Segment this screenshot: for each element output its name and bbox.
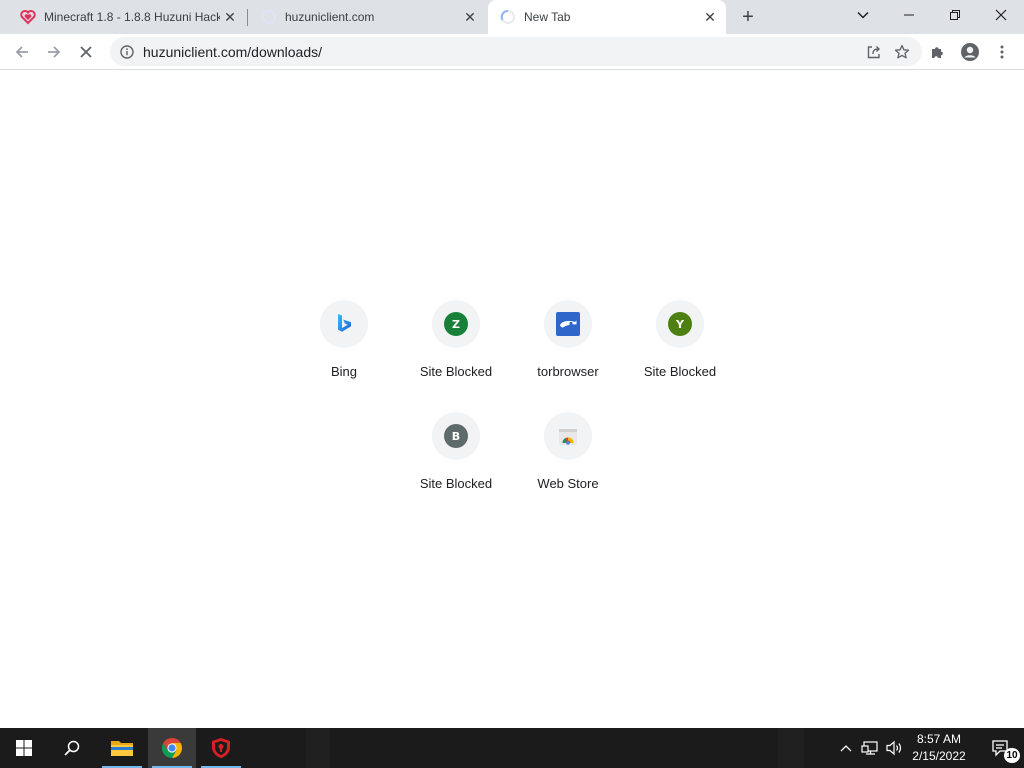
forward-button[interactable]: [40, 38, 68, 66]
new-tab-button[interactable]: +: [736, 5, 760, 29]
tab-new-tab[interactable]: New Tab ✕: [488, 0, 726, 34]
shield-icon: [212, 738, 230, 758]
share-icon: [867, 45, 880, 58]
tab-title: huzuniclient.com: [285, 10, 375, 24]
shortcut-label: Site Blocked: [643, 364, 717, 379]
shortcut-tile[interactable]: Z Site Blocked: [400, 284, 512, 396]
tab-minecraft[interactable]: Minecraft 1.8 - 1.8.8 Huzuni Hacked Clie…: [8, 0, 246, 34]
shortcut-label: Bing: [330, 364, 358, 379]
arrow-right-icon: [48, 46, 61, 58]
network-icon: [861, 741, 878, 755]
more-vertical-icon: [1000, 45, 1004, 59]
chrome-web-store-icon: [559, 429, 577, 445]
clock-time: 8:57 AM: [916, 732, 962, 746]
windows-taskbar: 8:57 AM 2/15/2022 10: [0, 728, 1024, 768]
bookmark-button[interactable]: [888, 38, 916, 66]
tab-separator: [247, 9, 248, 26]
url-text[interactable]: huzuniclient.com/downloads/: [143, 44, 860, 60]
shortcut-icon-container: Y: [656, 300, 704, 348]
close-window-button[interactable]: [978, 0, 1024, 30]
shortcut-tile[interactable]: Web Store: [512, 396, 624, 508]
shortcut-tile[interactable]: Y Site Blocked: [624, 284, 736, 396]
tab-huzuniclient[interactable]: huzuniclient.com ✕: [249, 0, 486, 34]
clock-date: 2/15/2022: [912, 749, 966, 763]
shortcut-label: Site Blocked: [419, 476, 493, 491]
puzzle-icon: [932, 47, 943, 58]
back-button[interactable]: [8, 38, 36, 66]
windows-logo-icon: [16, 740, 32, 756]
bing-icon: [338, 314, 351, 332]
volume-button[interactable]: [882, 728, 906, 768]
tab-title: Minecraft 1.8 - 1.8.8 Huzuni Hacked Clie…: [44, 10, 220, 24]
minimize-icon: [904, 14, 914, 16]
shortcut-tile[interactable]: torbrowser: [512, 284, 624, 396]
menu-button[interactable]: [988, 38, 1016, 66]
shortcut-icon-container: [544, 412, 592, 460]
tab-search-button[interactable]: [840, 0, 886, 30]
action-center-button[interactable]: 10: [978, 728, 1022, 768]
minimize-button[interactable]: [886, 0, 932, 30]
search-icon: [64, 740, 80, 756]
tab-strip: Minecraft 1.8 - 1.8.8 Huzuni Hacked Clie…: [0, 0, 1024, 34]
taskbar-spacer: [778, 728, 804, 768]
close-icon: [995, 9, 1007, 21]
heart-icon: [20, 9, 36, 25]
chrome-taskbar-button[interactable]: [148, 728, 196, 768]
close-tab-icon[interactable]: ✕: [220, 7, 240, 27]
network-button[interactable]: [858, 728, 882, 768]
stop-loading-button[interactable]: [72, 38, 100, 66]
taskbar-spacer: [306, 728, 330, 768]
search-button[interactable]: [48, 728, 96, 768]
share-button[interactable]: [860, 38, 888, 66]
restore-button[interactable]: [932, 0, 978, 30]
avatar-icon: [961, 43, 979, 61]
browser-toolbar: huzuniclient.com/downloads/: [0, 34, 1024, 70]
profile-button[interactable]: [956, 38, 984, 66]
letter-y-icon: Y: [668, 312, 692, 336]
address-bar[interactable]: huzuniclient.com/downloads/: [110, 37, 922, 66]
shortcut-icon-container: B: [432, 412, 480, 460]
speaker-icon: [886, 740, 902, 756]
shortcut-label: Site Blocked: [419, 364, 493, 379]
tab-title: New Tab: [524, 10, 571, 24]
shortcut-icon-container: [320, 300, 368, 348]
close-tab-icon[interactable]: ✕: [460, 7, 480, 27]
shortcut-icon-container: Z: [432, 300, 480, 348]
show-hidden-icons-button[interactable]: [836, 728, 856, 768]
shortcut-label: Web Store: [537, 476, 599, 491]
arrow-left-icon: [15, 46, 28, 58]
clock[interactable]: 8:57 AM 2/15/2022: [906, 728, 972, 768]
folder-icon: [111, 741, 133, 756]
close-tab-icon[interactable]: ✕: [700, 7, 720, 27]
info-icon[interactable]: [119, 44, 135, 60]
chevron-down-icon: [857, 11, 869, 19]
shortcut-tile[interactable]: B Site Blocked: [400, 396, 512, 508]
shortcut-tile[interactable]: Bing: [288, 284, 400, 396]
chevron-up-icon: [840, 745, 852, 752]
security-app-button[interactable]: [197, 728, 245, 768]
file-explorer-button[interactable]: [98, 728, 146, 768]
notification-count-badge: 10: [1004, 748, 1020, 763]
extensions-button[interactable]: [924, 38, 952, 66]
shortcut-icon-container: [544, 300, 592, 348]
chrome-icon: [162, 738, 182, 758]
start-button[interactable]: [0, 728, 48, 768]
most-visited-shortcuts: Bing Z Site Blocked torbrowser Y Site Bl…: [0, 70, 1024, 728]
torbrowser-icon: [556, 312, 580, 336]
loading-spinner-icon: [500, 9, 516, 25]
shortcut-label: torbrowser: [537, 364, 599, 379]
restore-icon: [950, 10, 960, 20]
letter-z-icon: Z: [444, 312, 468, 336]
star-icon: [894, 44, 910, 58]
close-icon: [80, 46, 92, 58]
letter-b-icon: B: [444, 424, 468, 448]
loading-spinner-icon: [261, 9, 277, 25]
